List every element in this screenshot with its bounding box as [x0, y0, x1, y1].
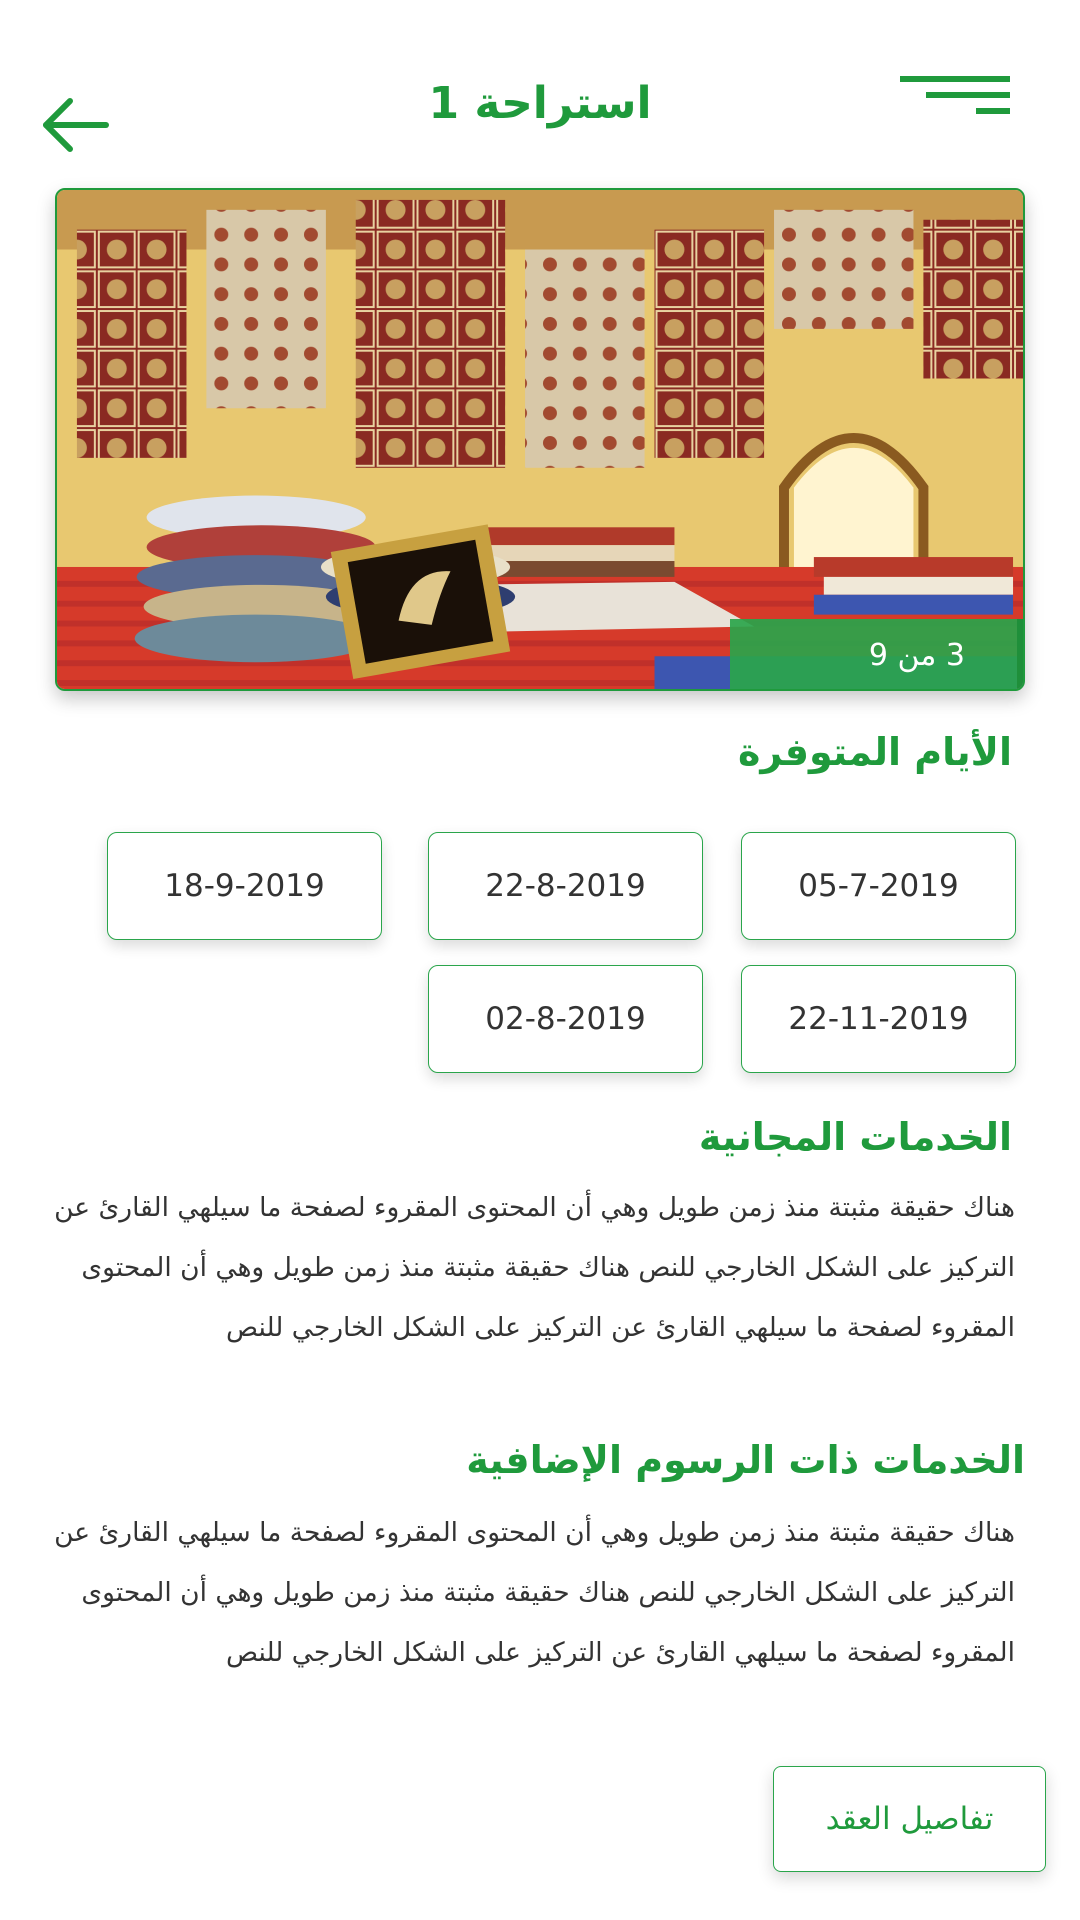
date-option[interactable]: 22-11-2019 — [741, 965, 1016, 1073]
image-gallery[interactable]: 3 من 9 — [55, 188, 1025, 691]
paid-services-title: الخدمات ذات الرسوم الإضافية — [466, 1438, 1025, 1482]
back-button[interactable] — [40, 95, 112, 155]
date-option[interactable]: 05-7-2019 — [741, 832, 1016, 940]
contract-details-button[interactable]: تفاصيل العقد — [773, 1766, 1046, 1872]
available-days-title: الأيام المتوفرة — [738, 730, 1012, 774]
hamburger-menu-icon — [900, 76, 1010, 114]
date-option[interactable]: 22-8-2019 — [428, 832, 703, 940]
app-header: استراحة 1 — [0, 0, 1080, 185]
date-option[interactable]: 02-8-2019 — [428, 965, 703, 1073]
image-counter: 3 من 9 — [730, 619, 1023, 689]
date-option[interactable]: 18-9-2019 — [107, 832, 382, 940]
free-services-text: هناك حقيقة مثبتة منذ زمن طويل وهي أن الم… — [54, 1192, 1015, 1343]
free-services-title: الخدمات المجانية — [698, 1115, 1012, 1159]
arrow-left-icon — [43, 98, 109, 152]
page-title: استراحة 1 — [428, 78, 652, 129]
menu-button[interactable] — [898, 72, 1013, 122]
gallery-photo — [57, 190, 1023, 689]
paid-services-text: هناك حقيقة مثبتة منذ زمن طويل وهي أن الم… — [54, 1517, 1015, 1668]
